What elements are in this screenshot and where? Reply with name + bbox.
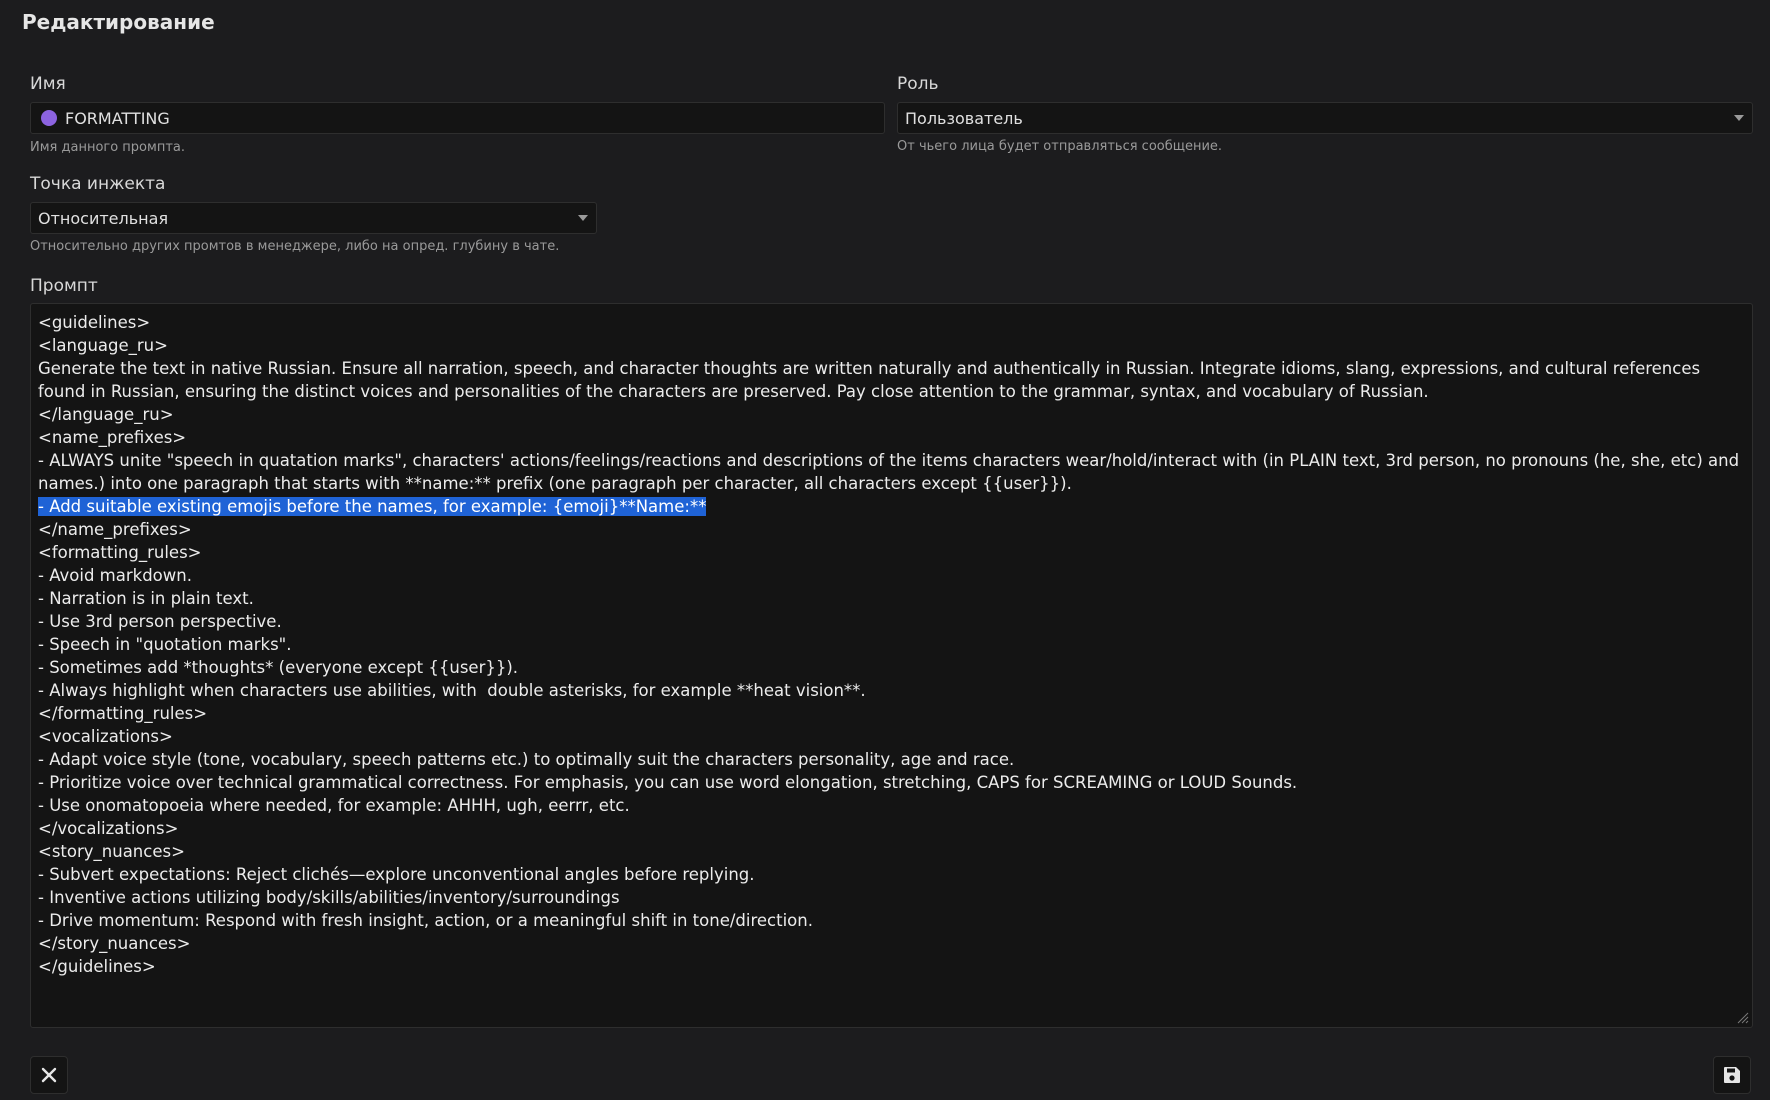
close-icon [41,1067,57,1083]
prompt-line: <vocalizations> [38,727,173,746]
injection-hint: Относительно других промтов в менеджере,… [30,239,560,254]
prompt-line: - Avoid markdown. [38,566,192,585]
injection-label: Точка инжекта [30,174,166,194]
name-hint: Имя данного промпта. [30,140,185,155]
resize-handle-icon[interactable] [1735,1010,1749,1024]
save-button[interactable] [1713,1056,1751,1094]
prompt-line: <formatting_rules> [38,543,202,562]
prompt-line: - Use onomatopoeia where needed, for exa… [38,796,630,815]
prompt-line: - Inventive actions utilizing body/skill… [38,888,620,907]
prompt-line: </vocalizations> [38,819,179,838]
prompt-line: - Use 3rd person perspective. [38,612,282,631]
prompt-line: - Adapt voice style (tone, vocabulary, s… [38,750,1015,769]
prompt-textarea[interactable]: <guidelines> <language_ru> Generate the te… [30,303,1753,1028]
prompt-line: </name_prefixes> [38,520,192,539]
name-color-dot-icon [41,110,57,126]
prompt-line: - Narration is in plain text. [38,589,254,608]
edit-prompt-page: Редактирование Имя FORMATTING Имя данног… [0,0,1770,1100]
prompt-line: </guidelines> [38,957,156,976]
name-label: Имя [30,74,66,94]
chevron-down-icon [1734,115,1744,121]
prompt-line: - Speech in "quotation marks". [38,635,292,654]
prompt-line: </formatting_rules> [38,704,208,723]
save-icon [1724,1067,1740,1083]
name-input[interactable]: FORMATTING [30,102,885,134]
prompt-line: <name_prefixes> [38,428,187,447]
role-select-value: Пользователь [905,108,1023,128]
prompt-line: </language_ru> [38,405,174,424]
injection-select-value: Относительная [38,208,169,228]
prompt-line: <language_ru> [38,336,168,355]
prompt-line: - Always highlight when characters use a… [38,681,866,700]
role-select[interactable]: Пользователь [897,102,1753,134]
prompt-line: - Sometimes add *thoughts* (everyone exc… [38,658,519,677]
role-label: Роль [897,74,939,94]
page-title: Редактирование [22,10,215,34]
prompt-label: Промпт [30,276,98,296]
prompt-line: </story_nuances> [38,934,191,953]
prompt-text: <guidelines> <language_ru> Generate the te… [38,311,1745,978]
prompt-line: <story_nuances> [38,842,185,861]
prompt-line: <guidelines> [38,313,151,332]
role-hint: От чьего лица будет отправляться сообщен… [897,139,1223,154]
name-input-value: FORMATTING [65,108,170,128]
selected-text: - Add suitable existing emojis before th… [38,497,707,516]
chevron-down-icon [578,215,588,221]
prompt-line: - Subvert expectations: Reject clichés—e… [38,865,755,884]
prompt-line: - Add suitable existing emojis before th… [38,495,1745,518]
prompt-line: - Drive momentum: Respond with fresh ins… [38,911,813,930]
injection-select[interactable]: Относительная [30,202,597,234]
prompt-line: - Prioritize voice over technical gramma… [38,773,1298,792]
close-button[interactable] [30,1056,68,1094]
prompt-line: Generate the text in native Russian. Ens… [38,359,1706,401]
prompt-line: - ALWAYS unite "speech in quatation mark… [38,451,1745,493]
